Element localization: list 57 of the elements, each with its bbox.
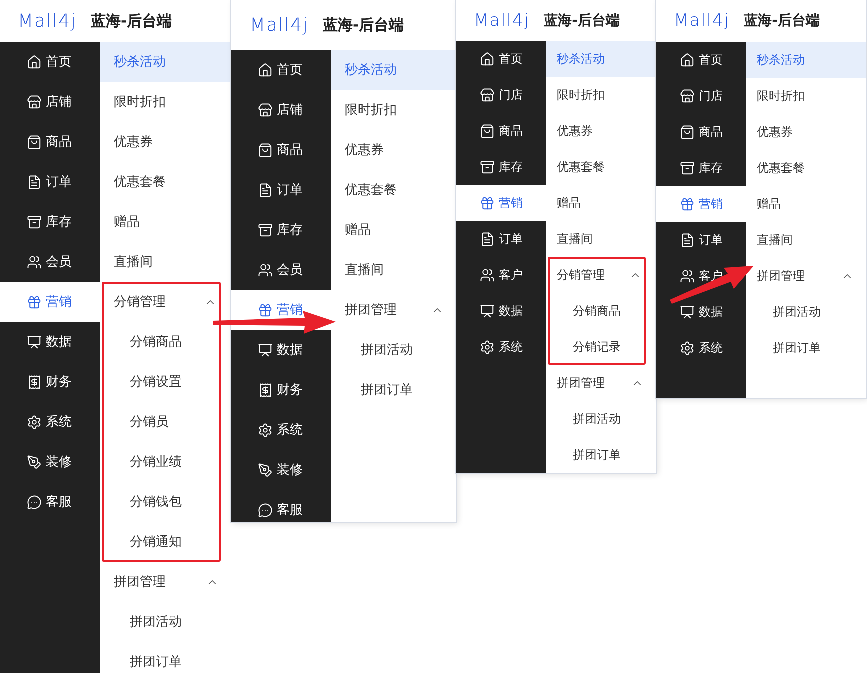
document-icon [27, 174, 42, 190]
menu-item[interactable]: 秒杀活动 [746, 42, 866, 78]
chat-icon [27, 494, 42, 510]
logo: Mall4j [474, 10, 530, 30]
chat-icon [258, 502, 273, 518]
sidebar-item[interactable]: 营销 [656, 186, 746, 222]
gift-icon [680, 196, 695, 212]
gift-icon [258, 302, 273, 318]
menu-item[interactable]: 秒杀活动 [331, 50, 456, 90]
pen-icon [258, 462, 273, 478]
app-title: 蓝海-后台端 [544, 12, 620, 30]
app-title: 蓝海-后台端 [91, 12, 172, 30]
users-icon [27, 254, 42, 270]
logo: Mall4j [18, 10, 78, 32]
document-icon [680, 232, 695, 248]
box-icon [480, 160, 495, 174]
gift-icon [480, 196, 495, 210]
gift-icon [27, 294, 42, 310]
users-icon [258, 262, 273, 278]
home-icon [27, 54, 42, 70]
document-icon [258, 182, 273, 198]
app-title: 蓝海-后台端 [323, 16, 404, 34]
logo: Mall4j [250, 14, 310, 36]
store-icon [27, 94, 42, 110]
store-icon [258, 102, 273, 118]
menu-item[interactable]: 秒杀活动 [546, 41, 656, 77]
settings-icon [27, 414, 42, 430]
pen-icon [27, 454, 42, 470]
home-icon [480, 52, 495, 66]
store-icon [480, 88, 495, 102]
menu-item[interactable]: 秒杀活动 [100, 42, 231, 82]
app-title: 蓝海-后台端 [744, 12, 820, 30]
settings-icon [480, 340, 495, 354]
chart-board-icon [680, 304, 695, 320]
bag-icon [480, 124, 495, 138]
logo: Mall4j [674, 11, 730, 31]
home-icon [258, 62, 273, 78]
store-icon [680, 88, 695, 104]
document-icon [480, 232, 495, 246]
settings-icon [680, 340, 695, 356]
settings-icon [258, 422, 273, 438]
box-icon [680, 160, 695, 176]
users-icon [480, 268, 495, 282]
chart-board-icon [27, 334, 42, 350]
users-icon [680, 268, 695, 284]
bag-icon [27, 134, 42, 150]
receipt-icon [258, 382, 273, 398]
box-icon [258, 222, 273, 238]
receipt-icon [27, 374, 42, 390]
sidebar-item[interactable]: 营销 [0, 282, 100, 322]
chart-board-icon [480, 304, 495, 318]
sidebar-item[interactable]: 营销 [456, 185, 546, 221]
box-icon [27, 214, 42, 230]
chart-board-icon [258, 342, 273, 358]
bag-icon [258, 142, 273, 158]
bag-icon [680, 124, 695, 140]
home-icon [680, 52, 695, 68]
